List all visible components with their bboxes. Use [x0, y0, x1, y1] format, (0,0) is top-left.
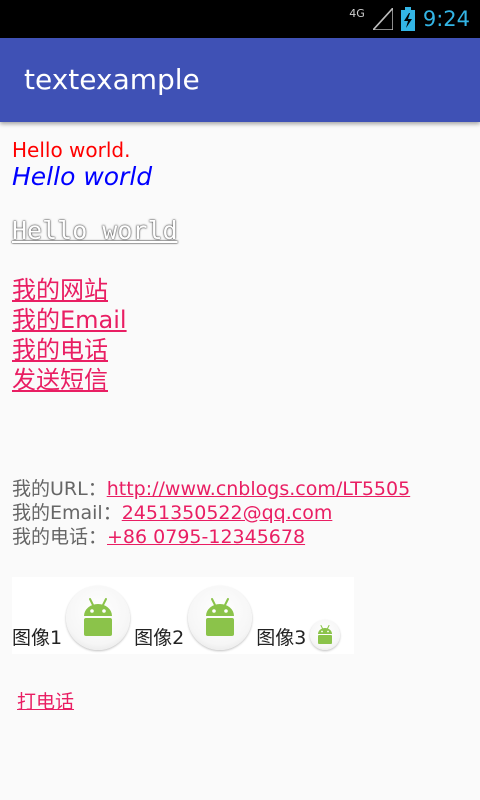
- hello-red-text: Hello world.: [12, 138, 131, 162]
- email-label: 我的Email：: [12, 502, 122, 524]
- network-type-label: 4G: [349, 6, 365, 20]
- status-icons: 4G 9:24: [349, 0, 470, 38]
- app-title: textexample: [24, 63, 200, 96]
- phone-label: 我的电话：: [12, 526, 108, 548]
- url-label: 我的URL：: [12, 478, 107, 500]
- phone-line: 我的电话：+86 0795-12345678: [12, 522, 305, 549]
- url-link[interactable]: http://www.cnblogs.com/LT5505: [107, 478, 410, 500]
- app-bar: textexample: [0, 38, 480, 122]
- url-line: 我的URL：http://www.cnblogs.com/LT5505: [12, 474, 410, 501]
- hello-outlined-text: Hello world: [12, 216, 178, 245]
- hello-italic-text: Hello world: [12, 162, 153, 191]
- image-label-3: 图像3: [256, 627, 307, 649]
- image-label-2: 图像2: [134, 627, 185, 649]
- android-icon: [66, 586, 131, 650]
- call-button[interactable]: 打电话: [17, 687, 74, 714]
- send-sms-link[interactable]: 发送短信: [12, 360, 108, 395]
- battery-icon: [400, 7, 415, 31]
- email-line: 我的Email：2451350522@qq.com: [12, 498, 332, 525]
- android-icon: [310, 620, 341, 650]
- email-link[interactable]: 2451350522@qq.com: [122, 502, 333, 524]
- android-icon: [188, 586, 253, 650]
- status-bar: 4G 9:24: [0, 0, 480, 38]
- phone-link[interactable]: +86 0795-12345678: [107, 526, 305, 548]
- image-label-1: 图像1: [12, 627, 63, 649]
- status-clock: 9:24: [422, 7, 470, 31]
- image-row: 图像1 图像2 图像3: [12, 577, 354, 654]
- signal-icon: [372, 8, 393, 30]
